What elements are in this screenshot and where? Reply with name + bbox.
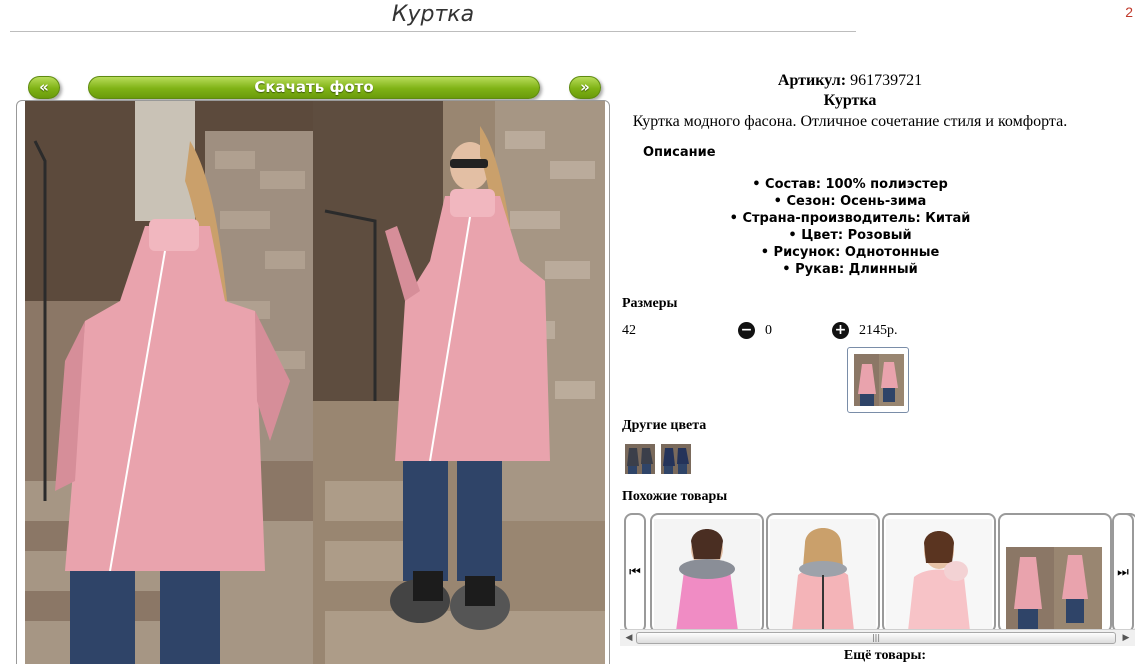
carousel-item[interactable] xyxy=(650,513,764,633)
color-option-image xyxy=(661,444,691,474)
carousel-item-image xyxy=(654,519,760,631)
size-row: 42 − 0 + 2145р. xyxy=(622,322,1122,342)
carousel-item[interactable] xyxy=(882,513,996,633)
sku-label: Артикул: xyxy=(777,72,847,89)
size-thumbnail-image xyxy=(854,354,904,406)
description-title: Описание xyxy=(643,145,716,160)
size-value: 42 xyxy=(622,323,636,338)
attribute-item: Состав: 100% полиэстер xyxy=(620,176,1080,193)
attribute-item: Рукав: Длинный xyxy=(620,261,1080,278)
carousel-item-image xyxy=(886,519,992,631)
scroll-right-icon[interactable]: ▶ xyxy=(1119,631,1133,645)
carousel-item[interactable] xyxy=(766,513,880,633)
sku-value: 961739721 xyxy=(850,72,923,89)
carousel-item-image xyxy=(770,519,876,631)
prev-photo-button[interactable]: « xyxy=(28,76,60,99)
page-title: Куртка xyxy=(10,2,856,32)
sizes-title: Размеры xyxy=(622,296,678,311)
product-photo-image xyxy=(25,101,605,664)
attribute-list: Состав: 100% полиэстер Сезон: Осень-зима… xyxy=(620,176,1080,278)
similar-title: Похожие товары xyxy=(622,489,728,504)
other-colors-title: Другие цвета xyxy=(622,418,707,433)
carousel-item[interactable] xyxy=(998,513,1112,633)
attribute-item: Рисунок: Однотонные xyxy=(620,244,1080,261)
carousel-next-icon[interactable]: ⏭ xyxy=(1112,513,1134,633)
color-option[interactable] xyxy=(625,444,655,474)
attribute-item: Цвет: Розовый xyxy=(620,227,1080,244)
sku: Артикул: 961739721 xyxy=(620,72,1080,90)
minus-icon[interactable]: − xyxy=(738,322,755,339)
scroll-thumb[interactable]: ||| xyxy=(636,632,1116,644)
color-option[interactable] xyxy=(661,444,691,474)
attribute-item: Страна-производитель: Китай xyxy=(620,210,1080,227)
color-option-image xyxy=(625,444,655,474)
main-photo[interactable] xyxy=(16,100,610,664)
price-value: 2145р. xyxy=(859,323,898,338)
next-photo-button[interactable]: » xyxy=(569,76,601,99)
corner-mark: 2 xyxy=(1125,4,1133,20)
more-products-title: Ещё товары: xyxy=(843,648,927,663)
carousel-item-image xyxy=(1002,519,1108,631)
carousel-prev-icon[interactable]: ⏮ xyxy=(624,513,646,633)
plus-icon[interactable]: + xyxy=(832,322,849,339)
size-thumbnail[interactable] xyxy=(847,347,909,413)
download-photo-button[interactable]: Скачать фото xyxy=(88,76,540,99)
attribute-item: Сезон: Осень-зима xyxy=(620,193,1080,210)
scroll-left-icon[interactable]: ◀ xyxy=(622,631,636,645)
product-name: Куртка xyxy=(823,92,877,109)
quantity-value: 0 xyxy=(765,323,772,338)
carousel-scrollbar[interactable]: ◀ ||| ▶ xyxy=(620,629,1135,646)
similar-carousel: ⏮ ⏭ ◀ ||| ▶ xyxy=(620,511,1135,646)
product-tagline: Куртка модного фасона. Отличное сочетани… xyxy=(632,113,1068,130)
